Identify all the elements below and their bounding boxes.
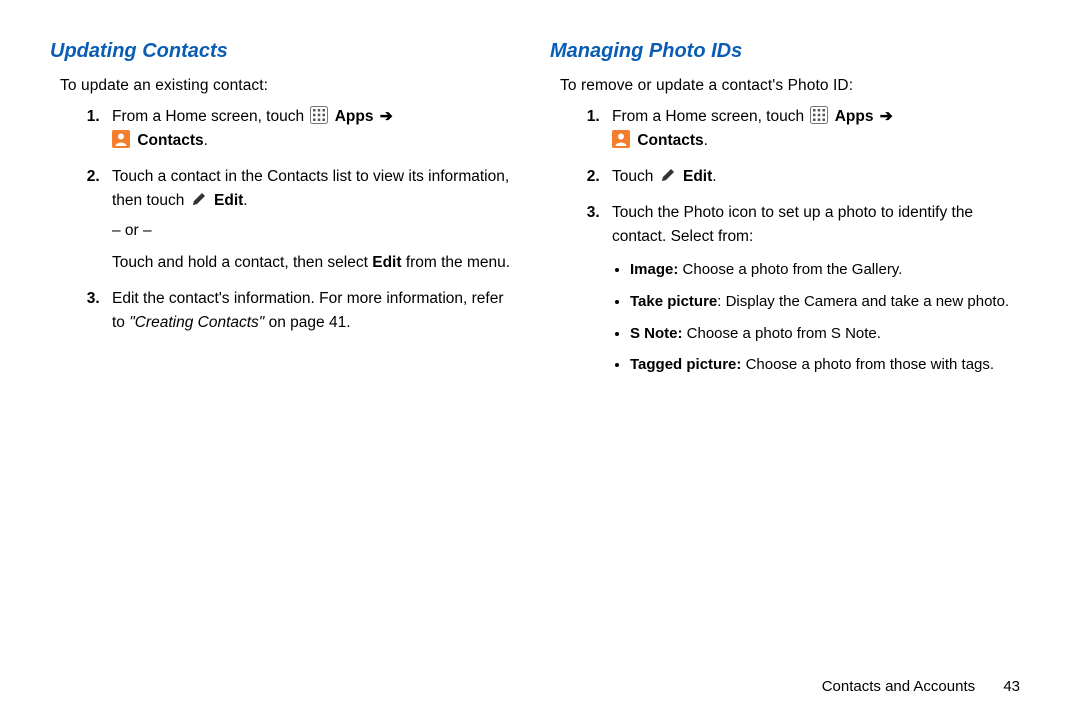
or-divider: – or – — [112, 219, 520, 243]
desc: Choose a photo from those with tags. — [741, 356, 994, 373]
right-column: Managing Photo IDs To remove or update a… — [540, 30, 1030, 660]
period: . — [204, 132, 208, 149]
label: Take picture — [630, 293, 717, 310]
option-image: Image: Choose a photo from the Gallery. — [630, 259, 1010, 281]
contacts-icon — [612, 130, 630, 148]
page-footer: Contacts and Accounts 43 — [0, 678, 1080, 695]
edit-icon — [191, 191, 207, 207]
desc: Choose a photo from S Note. — [683, 325, 881, 342]
right-step-1: From a Home screen, touch Apps ➔ Contact… — [604, 105, 1010, 153]
steps-left: From a Home screen, touch Apps ➔ Contact… — [50, 105, 520, 335]
label: S Note: — [630, 325, 683, 342]
right-step-3: Touch the Photo icon to set up a photo t… — [604, 201, 1010, 376]
text: From a Home screen, touch — [612, 108, 808, 125]
edit-label: Edit — [214, 192, 243, 209]
option-take-picture: Take picture: Display the Camera and tak… — [630, 291, 1010, 313]
steps-right: From a Home screen, touch Apps ➔ Contact… — [550, 105, 1010, 376]
apps-label: Apps — [335, 108, 374, 125]
apps-icon — [810, 106, 828, 124]
heading-managing-photo-ids: Managing Photo IDs — [550, 40, 1010, 63]
edit-label: Edit — [372, 254, 401, 271]
text: Touch and hold a contact, then select — [112, 254, 372, 271]
right-step-2: Touch Edit. — [604, 165, 1010, 189]
label: Tagged picture: — [630, 356, 741, 373]
edit-label: Edit — [683, 168, 712, 185]
photo-options: Image: Choose a photo from the Gallery. … — [612, 259, 1010, 376]
desc: Choose a photo from the Gallery. — [678, 261, 902, 278]
text: from the menu. — [402, 254, 511, 271]
left-step-3: Edit the contact's information. For more… — [104, 287, 520, 335]
desc: : Display the Camera and take a new phot… — [717, 293, 1009, 310]
text: Touch the Photo icon to set up a photo t… — [612, 204, 973, 245]
apps-label: Apps — [835, 108, 874, 125]
arrow-icon: ➔ — [380, 105, 393, 129]
apps-icon — [310, 106, 328, 124]
contacts-label: Contacts — [137, 132, 203, 149]
text: on page 41. — [264, 314, 350, 331]
period: . — [704, 132, 708, 149]
intro-right: To remove or update a contact's Photo ID… — [560, 77, 1010, 95]
intro-left: To update an existing contact: — [60, 77, 520, 95]
left-step-1: From a Home screen, touch Apps ➔ Contact… — [104, 105, 520, 153]
text: Touch — [612, 168, 658, 185]
arrow-icon: ➔ — [880, 105, 893, 129]
option-tagged-picture: Tagged picture: Choose a photo from thos… — [630, 354, 1010, 376]
left-column: Updating Contacts To update an existing … — [50, 30, 540, 660]
left-step-2: Touch a contact in the Contacts list to … — [104, 165, 520, 275]
period: . — [243, 192, 247, 209]
alt-text: Touch and hold a contact, then select Ed… — [112, 251, 520, 275]
contacts-icon — [112, 130, 130, 148]
footer-section: Contacts and Accounts — [822, 678, 975, 695]
text: From a Home screen, touch — [112, 108, 308, 125]
option-s-note: S Note: Choose a photo from S Note. — [630, 323, 1010, 345]
contacts-label: Contacts — [637, 132, 703, 149]
page-number: 43 — [1003, 678, 1020, 695]
xref-creating-contacts: "Creating Contacts" — [129, 314, 264, 331]
label: Image: — [630, 261, 678, 278]
period: . — [712, 168, 716, 185]
manual-page: Updating Contacts To update an existing … — [0, 0, 1080, 660]
edit-icon — [660, 167, 676, 183]
heading-updating-contacts: Updating Contacts — [50, 40, 520, 63]
text: Touch a contact in the Contacts list to … — [112, 168, 509, 209]
